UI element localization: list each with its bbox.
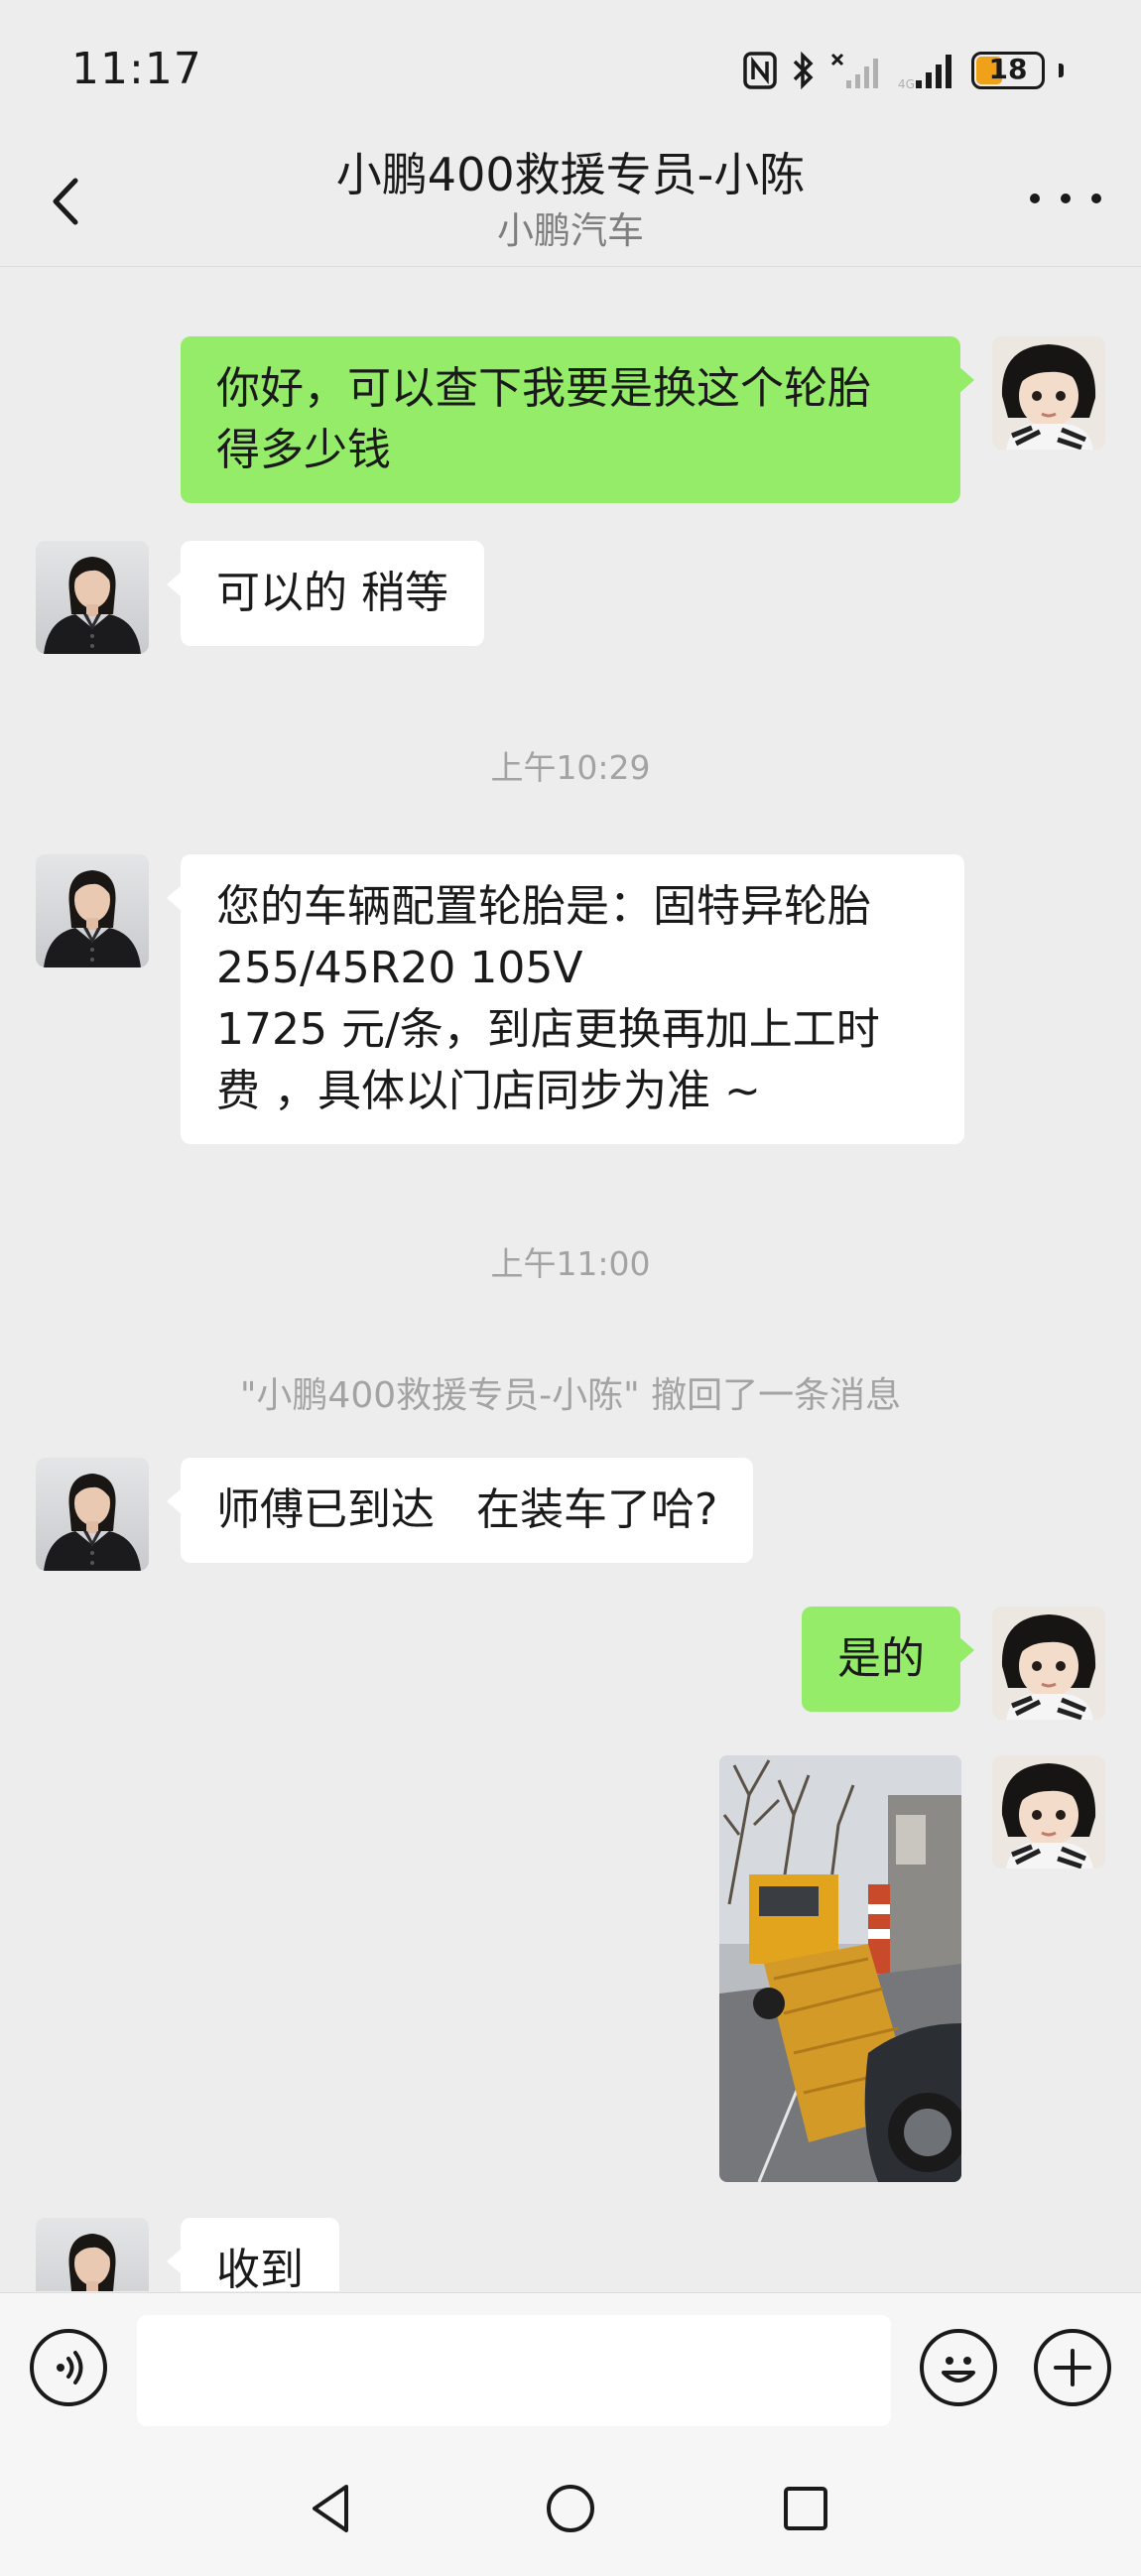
received-message-bubble[interactable]: 收到 (167, 2218, 339, 2291)
nav-home-icon[interactable] (541, 2479, 600, 2538)
voice-icon[interactable] (30, 2329, 107, 2406)
status-icons: 4G 18 (743, 48, 1064, 93)
battery-tip (1059, 64, 1064, 77)
nav-back-icon[interactable] (303, 2479, 362, 2538)
received-message-bubble[interactable]: 可以的 稍等 (167, 541, 484, 646)
chat-header: 小鹏400救援专员-小陈 小鹏汽车 (0, 139, 1141, 267)
plus-glyph (1054, 2349, 1091, 2386)
user-avatar[interactable] (992, 1607, 1105, 1720)
battery-icon: 18 (971, 52, 1045, 89)
more-dot (1061, 193, 1071, 203)
message-input[interactable] (137, 2315, 891, 2426)
more-dot (1030, 193, 1040, 203)
voice-glyph (57, 2351, 83, 2384)
agent-avatar[interactable] (36, 541, 149, 654)
sent-photo[interactable] (719, 1755, 961, 2182)
agent-avatar[interactable] (36, 2218, 149, 2291)
signal-icon (830, 53, 878, 88)
bluetooth-icon (793, 51, 814, 90)
user-avatar[interactable] (992, 1755, 1105, 1868)
more-dot (1091, 193, 1101, 203)
received-message-bubble[interactable]: 师傅已到达 在装车了哈? (166, 1458, 754, 1563)
input-bar (0, 2292, 1141, 2442)
agent-avatar[interactable] (36, 854, 149, 967)
svg-text:4G: 4G (898, 77, 915, 90)
battery-level: 18 (988, 53, 1028, 85)
user-avatar[interactable] (992, 336, 1105, 450)
status-time: 11:17 (71, 44, 202, 94)
nfc-icon (743, 52, 777, 89)
signal-icon: 4G (898, 55, 951, 90)
sent-message-bubble[interactable]: 是的 (802, 1607, 974, 1712)
received-message-bubble[interactable]: 您的车辆配置轮胎是：固特异轮胎 255/45R20 105V 1725 元/条，… (167, 854, 964, 1144)
message-timestamp: 上午11:00 (490, 1244, 651, 1283)
status-bar: 11:17 4G 18 (0, 0, 1141, 139)
system-nav-bar (0, 2441, 1141, 2576)
recall-notice: "小鹏400救援专员-小陈" 撤回了一条消息 (239, 1375, 902, 1416)
emoji-glyph (942, 2357, 975, 2383)
sent-message-bubble[interactable]: 你好，可以查下我要是换这个轮胎 得多少钱 (181, 336, 974, 503)
chat-title: 小鹏400救援专员-小陈 (335, 148, 806, 201)
message-list[interactable]: 你好，可以查下我要是换这个轮胎 得多少钱 可以的 稍等 上午10:29 您的车辆… (0, 267, 1141, 2291)
emoji-icon[interactable] (920, 2329, 997, 2406)
chat-subtitle: 小鹏汽车 (497, 209, 644, 252)
plus-icon[interactable] (1034, 2329, 1111, 2406)
nav-recents-icon[interactable] (776, 2479, 835, 2538)
agent-avatar[interactable] (36, 1458, 149, 1571)
more-icon[interactable] (1030, 179, 1101, 218)
message-timestamp: 上午10:29 (490, 748, 651, 787)
